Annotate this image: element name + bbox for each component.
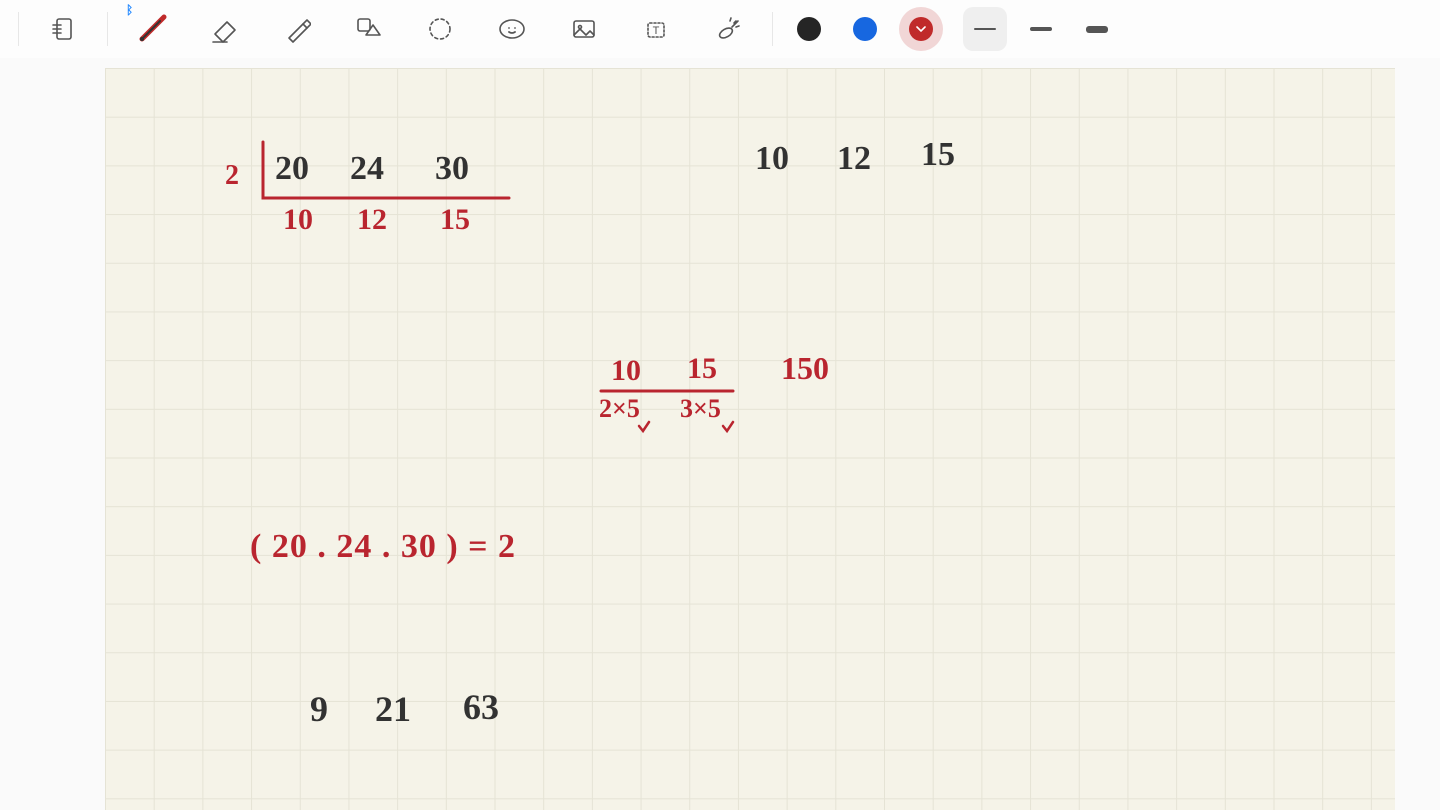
color-blue[interactable] <box>843 7 887 51</box>
f-b1: 2×5 <box>599 394 640 424</box>
f-res: 150 <box>781 350 829 387</box>
check-1 <box>637 420 651 434</box>
red-swatch-icon <box>909 17 933 41</box>
d-r1-c3: 30 <box>435 150 469 188</box>
highlighter-icon <box>281 14 311 44</box>
thin-line-icon <box>974 28 996 30</box>
gcd-expression: ( 20 . 24 . 30 ) = 2 <box>250 528 516 566</box>
tr-2: 12 <box>837 140 871 178</box>
medium-line-icon <box>1030 27 1052 31</box>
chevron-down-icon <box>916 24 926 34</box>
tr-1: 10 <box>755 140 789 178</box>
thickness-thin[interactable] <box>963 7 1007 51</box>
thickness-thick[interactable] <box>1075 7 1119 51</box>
thickness-medium[interactable] <box>1019 7 1063 51</box>
divisor: 2 <box>225 160 239 192</box>
canvas[interactable]: 2 20 24 30 10 12 15 10 12 15 10 15 2×5 3… <box>0 58 1440 810</box>
separator <box>107 12 108 46</box>
lasso-tool[interactable] <box>416 5 464 53</box>
f-b2: 3×5 <box>680 394 721 424</box>
paper: 2 20 24 30 10 12 15 10 12 15 10 15 2×5 3… <box>105 68 1395 810</box>
bluetooth-icon: ᛒ <box>126 3 133 17</box>
thick-line-icon <box>1086 26 1108 33</box>
check-2 <box>721 420 735 434</box>
f-t1: 10 <box>611 354 641 388</box>
separator <box>18 12 19 46</box>
laser-icon <box>714 15 742 43</box>
pen-tool[interactable]: ᛒ <box>128 5 176 53</box>
lasso-icon <box>426 15 454 43</box>
image-tool[interactable] <box>560 5 608 53</box>
page-icon <box>49 15 77 43</box>
color-red[interactable] <box>899 7 943 51</box>
eraser-icon <box>209 14 239 44</box>
page-settings-tool[interactable] <box>39 5 87 53</box>
b-3: 63 <box>463 686 499 728</box>
pen-icon <box>136 13 168 45</box>
shape-tool[interactable] <box>344 5 392 53</box>
b-2: 21 <box>375 688 411 730</box>
d-r2-c3: 15 <box>440 203 470 237</box>
sticker-tool[interactable] <box>488 5 536 53</box>
text-icon: T <box>642 15 670 43</box>
black-swatch-icon <box>797 17 821 41</box>
sticker-icon <box>498 15 526 43</box>
image-icon <box>570 15 598 43</box>
d-r2-c1: 10 <box>283 203 313 237</box>
eraser-tool[interactable] <box>200 5 248 53</box>
d-r2-c2: 12 <box>357 203 387 237</box>
laser-tool[interactable] <box>704 5 752 53</box>
b-1: 9 <box>310 688 328 730</box>
separator <box>772 12 773 46</box>
text-tool[interactable]: T <box>632 5 680 53</box>
svg-text:T: T <box>653 25 660 37</box>
d-r1-c1: 20 <box>275 150 309 188</box>
tr-3: 15 <box>921 136 955 174</box>
d-r1-c2: 24 <box>350 150 384 188</box>
shape-icon <box>354 15 382 43</box>
highlighter-tool[interactable] <box>272 5 320 53</box>
toolbar: ᛒ T <box>0 0 1440 59</box>
f-t2: 15 <box>687 352 717 386</box>
blue-swatch-icon <box>853 17 877 41</box>
color-black[interactable] <box>787 7 831 51</box>
